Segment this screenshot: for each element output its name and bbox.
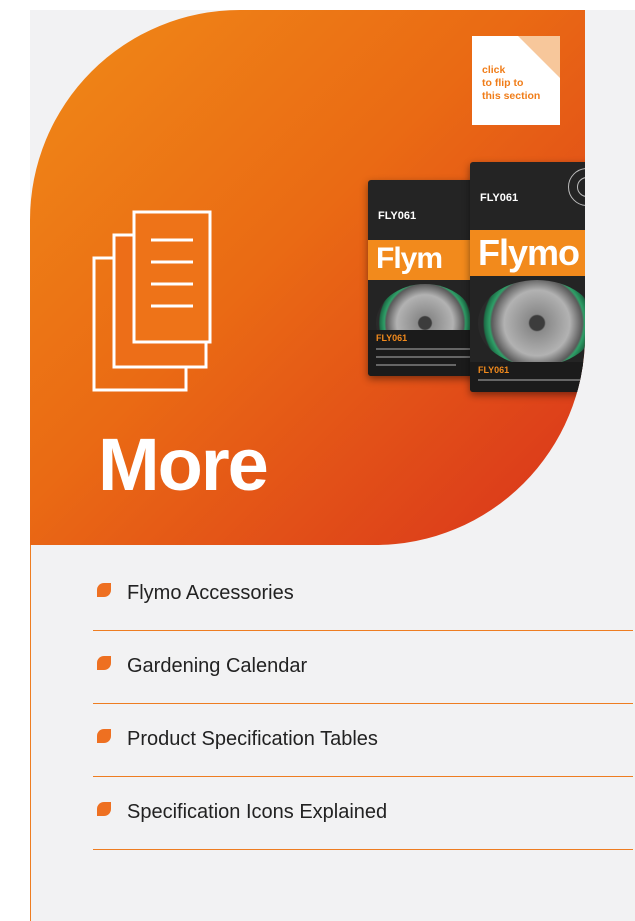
product-brand: Flym (376, 242, 443, 275)
bullet-icon (97, 656, 111, 670)
left-border-rule (30, 545, 31, 921)
section-menu: Flymo Accessories Gardening Calendar Pro… (93, 558, 633, 850)
spool-image (478, 280, 585, 366)
menu-item-label: Gardening Calendar (127, 655, 308, 677)
menu-item-specification-icons-explained[interactable]: Specification Icons Explained (93, 777, 633, 850)
menu-item-gardening-calendar[interactable]: Gardening Calendar (93, 631, 633, 704)
menu-item-product-specification-tables[interactable]: Product Specification Tables (93, 704, 633, 777)
info-line (478, 379, 585, 381)
bullet-icon (97, 802, 111, 816)
menu-item-flymo-accessories[interactable]: Flymo Accessories (93, 558, 633, 631)
product-brand: Flymo (478, 232, 580, 273)
info-line (376, 364, 456, 366)
product-subtitle: FLY061 (376, 333, 408, 343)
bullet-icon (97, 729, 111, 743)
hero-banner: FLY061 Flym FLY061 FLY061 Flymo FLY061 c… (30, 10, 585, 545)
menu-item-label: Flymo Accessories (127, 582, 294, 604)
product-subtitle: FLY061 (478, 365, 510, 375)
product-info-panel: FLY061 (470, 362, 585, 392)
genuine-parts-seal-icon (568, 168, 585, 206)
flip-section-button[interactable]: click to flip to this section (472, 36, 560, 125)
product-brand-band: Flymo (470, 230, 585, 276)
bullet-icon (97, 583, 111, 597)
product-box-front: FLY061 Flymo FLY061 (470, 162, 585, 392)
menu-item-label: Specification Icons Explained (127, 801, 388, 823)
product-code: FLY061 (378, 210, 417, 222)
documents-icon (92, 210, 212, 392)
section-title: More (98, 423, 269, 506)
menu-item-label: Product Specification Tables (127, 728, 378, 750)
flip-tag-label: click to flip to this section (482, 64, 541, 102)
product-code: FLY061 (480, 192, 519, 204)
